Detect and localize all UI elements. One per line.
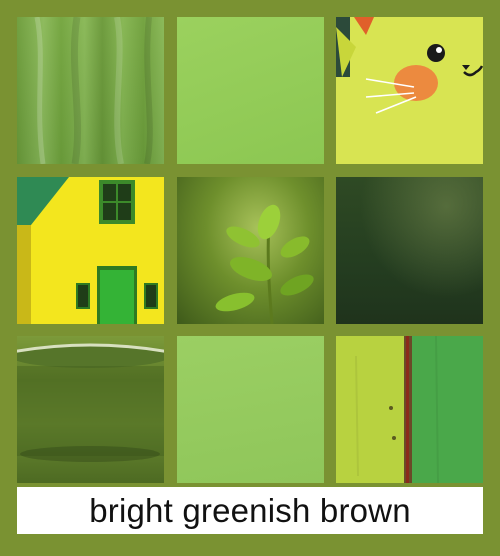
light-green-swatch-tile (177, 17, 324, 164)
yellow-cat-tile (336, 17, 483, 164)
green-cup-tile (17, 336, 164, 483)
green-fabric-tile (17, 17, 164, 164)
pale-green-swatch-tile (177, 336, 324, 483)
dark-green-texture-tile (336, 177, 483, 324)
green-plant-tile (177, 177, 324, 324)
cup-illustration (17, 343, 164, 462)
plant-illustration (215, 204, 314, 324)
wood-illustration (336, 336, 483, 483)
painted-wood-tile (336, 336, 483, 483)
cat-illustration (336, 17, 483, 114)
house-illustration (17, 177, 164, 324)
yellow-house-tile (17, 177, 164, 324)
caption-label: bright greenish brown (17, 487, 483, 534)
fabric-folds (34, 17, 153, 164)
